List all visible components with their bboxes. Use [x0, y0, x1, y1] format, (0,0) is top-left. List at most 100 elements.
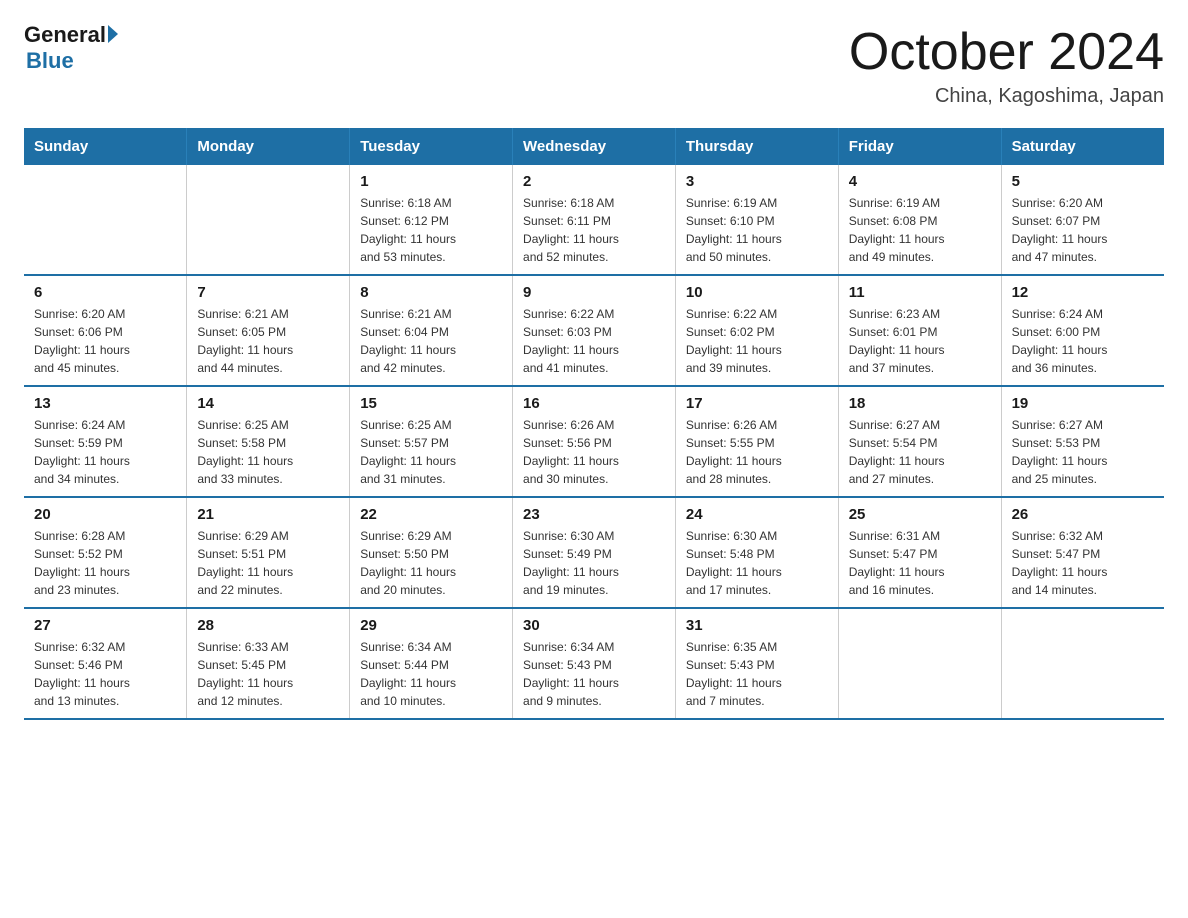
logo-blue-text: Blue	[24, 48, 74, 74]
title-area: October 2024 China, Kagoshima, Japan	[849, 24, 1164, 108]
day-info: Sunrise: 6:26 AMSunset: 5:56 PMDaylight:…	[523, 416, 665, 488]
day-info: Sunrise: 6:29 AMSunset: 5:51 PMDaylight:…	[197, 527, 339, 599]
header-saturday: Saturday	[1001, 128, 1164, 165]
table-row: 7 Sunrise: 6:21 AMSunset: 6:05 PMDaylight…	[187, 275, 350, 386]
table-row: 27 Sunrise: 6:32 AMSunset: 5:46 PMDayligh…	[24, 608, 187, 719]
table-row: 5 Sunrise: 6:20 AMSunset: 6:07 PMDaylight…	[1001, 165, 1164, 275]
day-info: Sunrise: 6:19 AMSunset: 6:10 PMDaylight:…	[686, 194, 828, 266]
logo: General Blue	[24, 24, 118, 74]
day-number: 31	[686, 617, 828, 634]
day-number: 6	[34, 284, 176, 301]
day-number: 12	[1012, 284, 1154, 301]
header-monday: Monday	[187, 128, 350, 165]
day-number: 21	[197, 506, 339, 523]
table-row: 29 Sunrise: 6:34 AMSunset: 5:44 PMDayligh…	[350, 608, 513, 719]
table-row: 31 Sunrise: 6:35 AMSunset: 5:43 PMDayligh…	[675, 608, 838, 719]
day-number: 5	[1012, 173, 1154, 190]
day-number: 4	[849, 173, 991, 190]
day-number: 28	[197, 617, 339, 634]
day-number: 27	[34, 617, 176, 634]
day-number: 7	[197, 284, 339, 301]
day-info: Sunrise: 6:25 AMSunset: 5:58 PMDaylight:…	[197, 416, 339, 488]
table-row: 15Sunrise: 6:25 AMSunset: 5:57 PMDayligh…	[350, 386, 513, 497]
day-number: 22	[360, 506, 502, 523]
table-row: 19 Sunrise: 6:27 AMSunset: 5:53 PMDayligh…	[1001, 386, 1164, 497]
day-info: Sunrise: 6:19 AMSunset: 6:08 PMDaylight:…	[849, 194, 991, 266]
day-info: Sunrise: 6:24 AMSunset: 5:59 PMDaylight:…	[34, 416, 176, 488]
table-row: 21 Sunrise: 6:29 AMSunset: 5:51 PMDayligh…	[187, 497, 350, 608]
logo-arrow-icon	[108, 25, 118, 43]
day-info: Sunrise: 6:34 AMSunset: 5:44 PMDaylight:…	[360, 638, 502, 710]
day-info: Sunrise: 6:23 AMSunset: 6:01 PMDaylight:…	[849, 305, 991, 377]
day-info: Sunrise: 6:31 AMSunset: 5:47 PMDaylight:…	[849, 527, 991, 599]
day-info: Sunrise: 6:21 AMSunset: 6:05 PMDaylight:…	[197, 305, 339, 377]
table-row: 10Sunrise: 6:22 AMSunset: 6:02 PMDayligh…	[675, 275, 838, 386]
header-sunday: Sunday	[24, 128, 187, 165]
table-row: 25Sunrise: 6:31 AMSunset: 5:47 PMDayligh…	[838, 497, 1001, 608]
table-row: 24 Sunrise: 6:30 AMSunset: 5:48 PMDayligh…	[675, 497, 838, 608]
day-number: 2	[523, 173, 665, 190]
table-row: 22 Sunrise: 6:29 AMSunset: 5:50 PMDayligh…	[350, 497, 513, 608]
calendar-table: Sunday Monday Tuesday Wednesday Thursday…	[24, 128, 1164, 720]
day-info: Sunrise: 6:35 AMSunset: 5:43 PMDaylight:…	[686, 638, 828, 710]
header: General Blue October 2024 China, Kagoshi…	[24, 24, 1164, 108]
table-row: 2 Sunrise: 6:18 AMSunset: 6:11 PMDaylight…	[513, 165, 676, 275]
table-row: 28 Sunrise: 6:33 AMSunset: 5:45 PMDayligh…	[187, 608, 350, 719]
week-row-4: 20 Sunrise: 6:28 AMSunset: 5:52 PMDayligh…	[24, 497, 1164, 608]
day-number: 30	[523, 617, 665, 634]
day-info: Sunrise: 6:24 AMSunset: 6:00 PMDaylight:…	[1012, 305, 1154, 377]
day-number: 13	[34, 395, 176, 412]
table-row: 30 Sunrise: 6:34 AMSunset: 5:43 PMDayligh…	[513, 608, 676, 719]
day-info: Sunrise: 6:22 AMSunset: 6:03 PMDaylight:…	[523, 305, 665, 377]
day-number: 24	[686, 506, 828, 523]
day-info: Sunrise: 6:27 AMSunset: 5:54 PMDaylight:…	[849, 416, 991, 488]
table-row: 23Sunrise: 6:30 AMSunset: 5:49 PMDayligh…	[513, 497, 676, 608]
day-info: Sunrise: 6:25 AMSunset: 5:57 PMDaylight:…	[360, 416, 502, 488]
header-tuesday: Tuesday	[350, 128, 513, 165]
table-row	[838, 608, 1001, 719]
table-row: 26Sunrise: 6:32 AMSunset: 5:47 PMDayligh…	[1001, 497, 1164, 608]
day-number: 23	[523, 506, 665, 523]
day-number: 9	[523, 284, 665, 301]
day-info: Sunrise: 6:27 AMSunset: 5:53 PMDaylight:…	[1012, 416, 1154, 488]
location-subtitle: China, Kagoshima, Japan	[849, 85, 1164, 108]
day-info: Sunrise: 6:28 AMSunset: 5:52 PMDaylight:…	[34, 527, 176, 599]
day-number: 19	[1012, 395, 1154, 412]
day-number: 14	[197, 395, 339, 412]
day-number: 18	[849, 395, 991, 412]
day-number: 29	[360, 617, 502, 634]
day-number: 17	[686, 395, 828, 412]
day-number: 20	[34, 506, 176, 523]
day-info: Sunrise: 6:30 AMSunset: 5:48 PMDaylight:…	[686, 527, 828, 599]
day-info: Sunrise: 6:20 AMSunset: 6:06 PMDaylight:…	[34, 305, 176, 377]
day-info: Sunrise: 6:20 AMSunset: 6:07 PMDaylight:…	[1012, 194, 1154, 266]
day-number: 8	[360, 284, 502, 301]
table-row: 4 Sunrise: 6:19 AMSunset: 6:08 PMDaylight…	[838, 165, 1001, 275]
table-row: 17 Sunrise: 6:26 AMSunset: 5:55 PMDayligh…	[675, 386, 838, 497]
table-row: 16Sunrise: 6:26 AMSunset: 5:56 PMDayligh…	[513, 386, 676, 497]
day-info: Sunrise: 6:26 AMSunset: 5:55 PMDaylight:…	[686, 416, 828, 488]
table-row	[187, 165, 350, 275]
weekday-header-row: Sunday Monday Tuesday Wednesday Thursday…	[24, 128, 1164, 165]
table-row: 3 Sunrise: 6:19 AMSunset: 6:10 PMDaylight…	[675, 165, 838, 275]
day-info: Sunrise: 6:29 AMSunset: 5:50 PMDaylight:…	[360, 527, 502, 599]
table-row	[24, 165, 187, 275]
week-row-1: 1Sunrise: 6:18 AMSunset: 6:12 PMDaylight…	[24, 165, 1164, 275]
header-wednesday: Wednesday	[513, 128, 676, 165]
table-row: 1Sunrise: 6:18 AMSunset: 6:12 PMDaylight…	[350, 165, 513, 275]
day-info: Sunrise: 6:18 AMSunset: 6:12 PMDaylight:…	[360, 194, 502, 266]
day-info: Sunrise: 6:32 AMSunset: 5:47 PMDaylight:…	[1012, 527, 1154, 599]
header-friday: Friday	[838, 128, 1001, 165]
table-row: 9 Sunrise: 6:22 AMSunset: 6:03 PMDaylight…	[513, 275, 676, 386]
table-row	[1001, 608, 1164, 719]
table-row: 6 Sunrise: 6:20 AMSunset: 6:06 PMDaylight…	[24, 275, 187, 386]
day-info: Sunrise: 6:33 AMSunset: 5:45 PMDaylight:…	[197, 638, 339, 710]
day-number: 3	[686, 173, 828, 190]
day-info: Sunrise: 6:34 AMSunset: 5:43 PMDaylight:…	[523, 638, 665, 710]
day-info: Sunrise: 6:18 AMSunset: 6:11 PMDaylight:…	[523, 194, 665, 266]
day-info: Sunrise: 6:21 AMSunset: 6:04 PMDaylight:…	[360, 305, 502, 377]
table-row: 20 Sunrise: 6:28 AMSunset: 5:52 PMDayligh…	[24, 497, 187, 608]
table-row: 12 Sunrise: 6:24 AMSunset: 6:00 PMDayligh…	[1001, 275, 1164, 386]
month-title: October 2024	[849, 24, 1164, 81]
day-info: Sunrise: 6:32 AMSunset: 5:46 PMDaylight:…	[34, 638, 176, 710]
